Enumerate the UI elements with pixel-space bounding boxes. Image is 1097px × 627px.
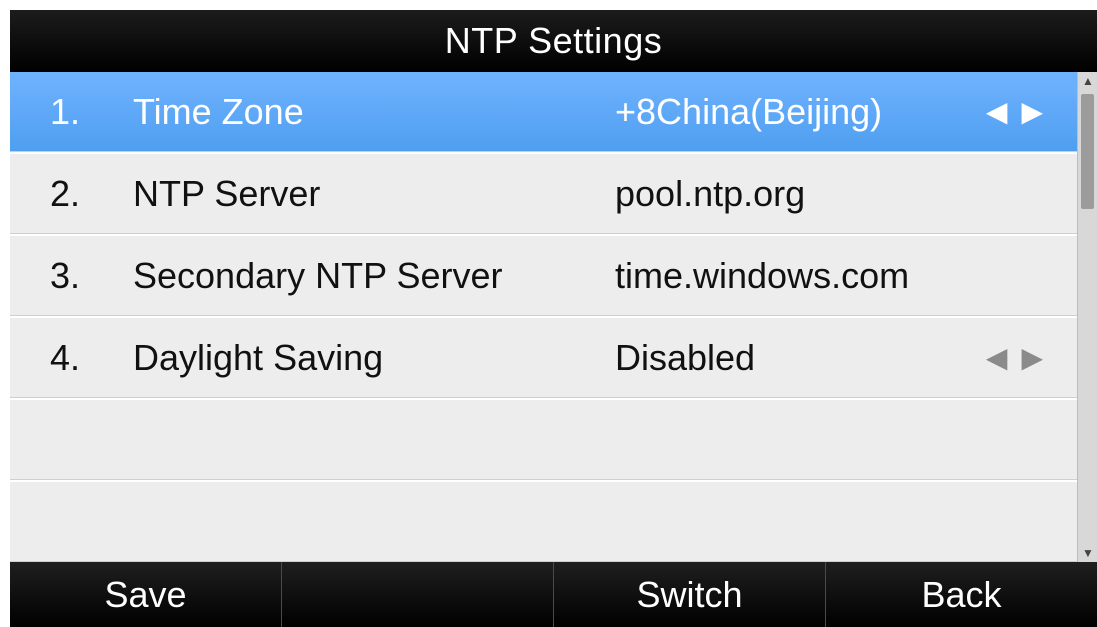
scroll-down-arrow-icon[interactable]: ▼ bbox=[1078, 546, 1097, 560]
empty-softkey[interactable] bbox=[282, 562, 554, 627]
row-label: NTP Server bbox=[133, 173, 321, 214]
scroll-up-arrow-icon[interactable]: ▲ bbox=[1078, 74, 1097, 88]
phone-screen: NTP Settings 1. Time Zone +8China(Beijin… bbox=[10, 10, 1097, 627]
settings-list: 1. Time Zone +8China(Beijing) ◀▶ 2. NTP … bbox=[10, 72, 1077, 564]
left-right-arrows-icon[interactable]: ◀▶ bbox=[986, 72, 1057, 152]
save-softkey[interactable]: Save bbox=[10, 562, 282, 627]
empty-row bbox=[10, 400, 1077, 482]
row-number: 3. bbox=[50, 255, 81, 296]
row-value[interactable]: pool.ntp.org bbox=[615, 154, 805, 234]
row-label: Daylight Saving bbox=[133, 337, 384, 378]
row-number: 2. bbox=[50, 173, 81, 214]
setting-row-secondary-ntp-server[interactable]: 3. Secondary NTP Server time.windows.com bbox=[10, 236, 1077, 318]
switch-softkey[interactable]: Switch bbox=[554, 562, 826, 627]
row-number: 4. bbox=[50, 337, 81, 378]
row-value: +8China(Beijing) bbox=[615, 91, 883, 132]
row-label: Secondary NTP Server bbox=[133, 255, 503, 296]
empty-row bbox=[10, 482, 1077, 564]
setting-row-daylight-saving[interactable]: 4. Daylight Saving Disabled ◀▶ bbox=[10, 318, 1077, 400]
setting-row-time-zone[interactable]: 1. Time Zone +8China(Beijing) ◀▶ bbox=[10, 72, 1077, 154]
scrollbar-thumb[interactable] bbox=[1081, 94, 1094, 209]
setting-row-ntp-server[interactable]: 2. NTP Server pool.ntp.org bbox=[10, 154, 1077, 236]
page-title-bar: NTP Settings bbox=[10, 10, 1097, 72]
left-right-arrows-icon[interactable]: ◀▶ bbox=[986, 318, 1057, 398]
row-value: Disabled bbox=[615, 337, 756, 378]
row-number: 1. bbox=[50, 91, 81, 132]
back-softkey[interactable]: Back bbox=[826, 562, 1097, 627]
softkey-bar: Save Switch Back bbox=[10, 562, 1097, 627]
page-title: NTP Settings bbox=[444, 20, 663, 61]
row-label: Time Zone bbox=[133, 91, 304, 132]
row-value[interactable]: time.windows.com bbox=[615, 236, 909, 316]
scrollbar[interactable]: ▲ ▼ bbox=[1077, 72, 1097, 562]
